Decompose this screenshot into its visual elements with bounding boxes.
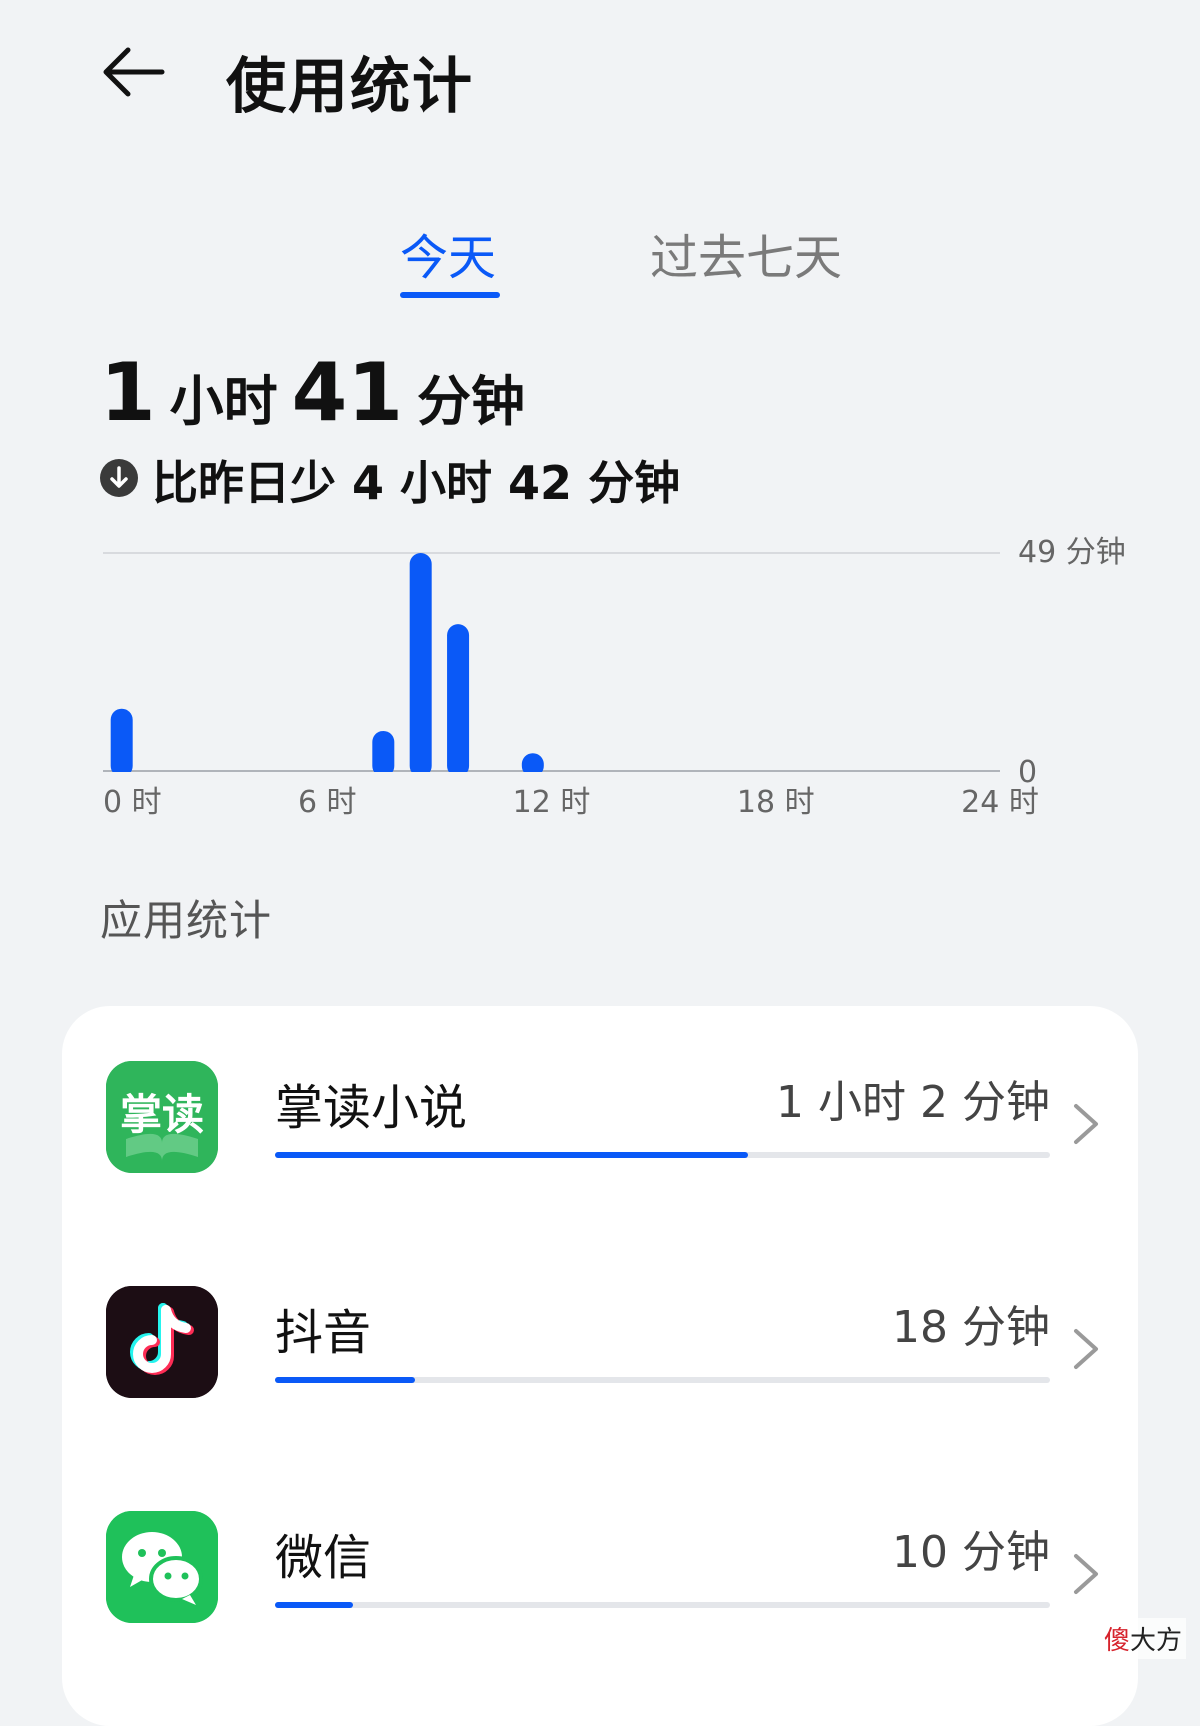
compare-text: 比昨日少 4 小时 42 分钟: [152, 456, 681, 510]
chat-bubbles-icon: [106, 1511, 218, 1623]
usage-progress-fill: [275, 1152, 748, 1158]
baseline-mask: [101, 772, 1002, 780]
total-minutes: 41: [291, 346, 403, 439]
chart-bar-7: [372, 730, 395, 777]
page-title: 使用统计: [226, 52, 474, 122]
active-tab-indicator: [400, 292, 500, 298]
douyin-app-icon: [106, 1286, 218, 1398]
y-max-label: 49 分钟: [1018, 535, 1126, 570]
zhangdu-app-icon: 掌读: [106, 1061, 218, 1173]
period-tabs: 今天 过去七天: [0, 210, 1200, 300]
musical-note-icon: [106, 1286, 218, 1398]
arrow-left-icon: [103, 47, 165, 97]
back-button[interactable]: [98, 42, 170, 102]
x-tick-label-24: 24 时: [961, 785, 1039, 820]
arrow-down-circle-icon: [100, 459, 138, 497]
watermark: 傻大方: [1099, 1618, 1186, 1659]
x-ticks-group: 0 时 6 时 12 时 18 时 24 时: [103, 785, 1039, 820]
x-tick-label-12: 12 时: [513, 785, 591, 820]
app-name: 抖音: [275, 1305, 372, 1361]
usage-progress-track: [275, 1602, 1050, 1608]
chevron-right-icon: [1074, 1104, 1098, 1144]
app-row-douyin[interactable]: 抖音 18 分钟: [62, 1231, 1138, 1431]
usage-progress-track: [275, 1152, 1050, 1158]
tab-today[interactable]: 今天: [400, 218, 496, 288]
chart-bar-0: [110, 708, 133, 777]
chart-bar-8: [409, 553, 432, 777]
app-usage-time: 18 分钟: [892, 1302, 1050, 1353]
x-tick-label-6: 6 时: [298, 785, 357, 820]
hourly-usage-chart: 49 分钟 0 0 时6 时 12 时 18 时 24 时: [0, 530, 1200, 830]
app-usage-time: 1 小时 2 分钟: [776, 1077, 1050, 1128]
chart-bar-9: [447, 624, 470, 777]
wechat-app-icon: [106, 1511, 218, 1623]
watermark-part-a: 傻: [1103, 1626, 1130, 1656]
usage-progress-track: [275, 1377, 1050, 1383]
x-tick-label-18: 18 时: [737, 785, 815, 820]
chevron-right-icon: [1074, 1329, 1098, 1369]
chevron-right-icon: [1074, 1554, 1098, 1594]
hours-unit: 小时: [169, 370, 278, 433]
zhangdu-icon-text: 掌读: [119, 1090, 204, 1139]
watermark-part-b: 大方: [1129, 1626, 1182, 1656]
x-tick-label-0: 0 时: [103, 785, 162, 820]
minutes-unit: 分钟: [417, 370, 525, 433]
usage-bar-chart: 49 分钟 0 0 时6 时 12 时 18 时 24 时: [101, 535, 1126, 820]
bars-group: [101, 553, 1002, 780]
app-row-zhangdu[interactable]: 掌读 掌读小说 1 小时 2 分钟: [62, 1006, 1138, 1206]
app-row-wechat[interactable]: 微信 10 分钟: [62, 1456, 1138, 1656]
usage-progress-fill: [275, 1377, 415, 1383]
section-title: 应用统计: [100, 896, 273, 945]
usage-progress-fill: [275, 1602, 353, 1608]
header-bar: 使用统计: [0, 0, 1200, 150]
app-list-card: 掌读 掌读小说 1 小时 2 分钟 抖音 18 分钟 微信 10 分钟: [62, 1006, 1138, 1726]
tab-past-seven-days[interactable]: 过去七天: [650, 218, 842, 288]
app-name: 掌读小说: [275, 1080, 468, 1136]
app-name: 微信: [275, 1530, 372, 1586]
total-usage-time: 1 小时 41 分钟: [100, 346, 539, 439]
total-hours: 1: [100, 346, 156, 439]
app-usage-time: 10 分钟: [892, 1527, 1050, 1578]
